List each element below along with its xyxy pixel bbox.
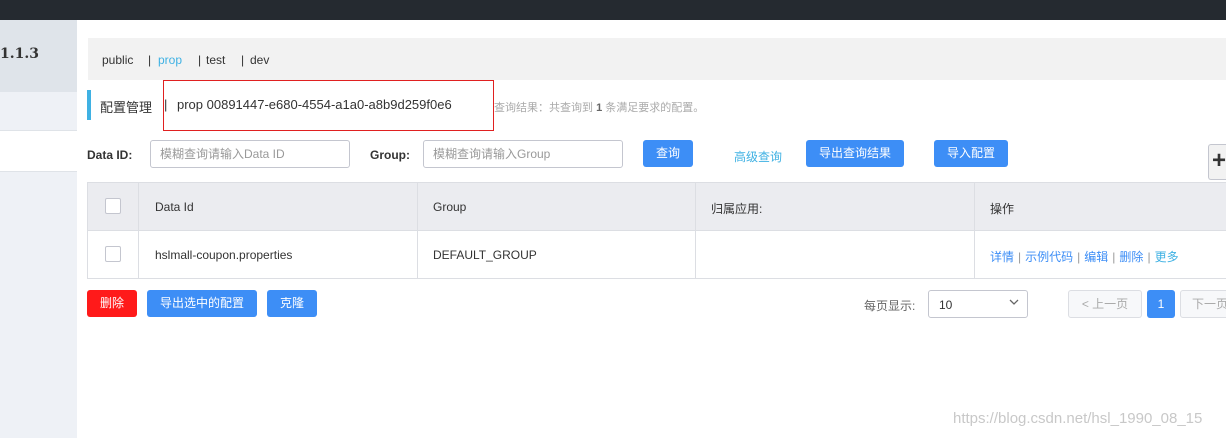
namespace-bar: public | prop | test | dev bbox=[88, 38, 1226, 80]
query-button[interactable]: 查询 bbox=[643, 140, 693, 167]
table-header: Data Id Group 归属应用: 操作 bbox=[88, 183, 1226, 231]
namespace-separator: | bbox=[148, 53, 152, 67]
advanced-query-link[interactable]: 高级查询 bbox=[734, 148, 782, 165]
result-suffix: 条满足要求的配置。 bbox=[605, 102, 705, 114]
sidebar: 1.1.3 bbox=[0, 20, 77, 438]
app-cell bbox=[696, 231, 975, 279]
detail-link[interactable]: 详情 bbox=[990, 250, 1014, 264]
edit-link[interactable]: 编辑 bbox=[1084, 250, 1108, 264]
action-separator: | bbox=[1018, 250, 1022, 264]
current-page-button[interactable]: 1 bbox=[1147, 290, 1175, 318]
action-separator: | bbox=[1147, 250, 1151, 264]
import-config-button[interactable]: 导入配置 bbox=[934, 140, 1008, 167]
table-row: hslmall-coupon.properties DEFAULT_GROUP … bbox=[88, 231, 1226, 279]
namespace-separator: | bbox=[198, 53, 202, 67]
header-cell: 操作 bbox=[975, 183, 1226, 230]
delete-link[interactable]: 删除 bbox=[1119, 250, 1143, 264]
column-header-group: Group bbox=[433, 200, 467, 214]
page-size-select[interactable]: 10 bbox=[928, 290, 1028, 318]
row-checkbox[interactable] bbox=[105, 246, 121, 262]
group-cell: DEFAULT_GROUP bbox=[418, 231, 696, 279]
namespace-public[interactable]: public bbox=[102, 53, 133, 67]
version-label: 1.1.3 bbox=[0, 20, 77, 92]
header-select-cell bbox=[88, 183, 139, 230]
chevron-left-icon: < bbox=[1081, 297, 1089, 311]
more-link[interactable]: 更多 bbox=[1155, 250, 1179, 264]
page-title: 配置管理 bbox=[100, 100, 153, 115]
top-bar bbox=[0, 0, 1226, 20]
config-table: Data Id Group 归属应用: 操作 hslmall-coupon.pr… bbox=[87, 182, 1226, 279]
data-id-label: Data ID: bbox=[87, 148, 133, 162]
plus-icon: + bbox=[1212, 147, 1226, 174]
select-all-checkbox[interactable] bbox=[105, 198, 121, 214]
data-id-input[interactable] bbox=[150, 140, 350, 168]
sidebar-divider bbox=[0, 171, 77, 172]
chevron-down-icon bbox=[1009, 299, 1019, 305]
sidebar-item-active[interactable] bbox=[0, 131, 77, 171]
namespace-prop[interactable]: prop bbox=[158, 53, 182, 67]
namespace-dev[interactable]: dev bbox=[250, 53, 269, 67]
next-page-button[interactable]: 下一页 bbox=[1180, 290, 1226, 318]
namespace-separator: | bbox=[241, 53, 245, 67]
page-size-value: 10 bbox=[939, 298, 953, 312]
result-prefix: 查询结果：共查询到 bbox=[494, 102, 593, 114]
sample-code-link[interactable]: 示例代码 bbox=[1025, 250, 1073, 264]
data-id-value: hslmall-coupon.properties bbox=[155, 248, 293, 262]
column-header-actions: 操作 bbox=[990, 202, 1015, 216]
result-count: 1 bbox=[596, 102, 603, 114]
header-cell: Data Id bbox=[139, 183, 418, 230]
action-separator: | bbox=[1077, 250, 1081, 264]
title-accent-bar bbox=[87, 90, 91, 120]
result-summary: 查询结果：共查询到 1 条满足要求的配置。 bbox=[494, 99, 704, 115]
watermark: https://blog.csdn.net/hsl_1990_08_15 bbox=[953, 410, 1203, 427]
clone-button[interactable]: 克隆 bbox=[267, 290, 317, 317]
group-value: DEFAULT_GROUP bbox=[433, 248, 537, 262]
group-input[interactable] bbox=[423, 140, 623, 168]
export-selected-button[interactable]: 导出选中的配置 bbox=[147, 290, 257, 317]
prev-page-label: 上一页 bbox=[1092, 297, 1129, 311]
page-size-label: 每页显示: bbox=[864, 299, 916, 313]
header-cell: Group bbox=[418, 183, 696, 230]
namespace-test[interactable]: test bbox=[206, 53, 225, 67]
column-header-app: 归属应用: bbox=[711, 202, 763, 216]
delete-button[interactable]: 删除 bbox=[87, 290, 137, 317]
actions-cell: 详情 | 示例代码 | 编辑 | 删除 | 更多 bbox=[975, 231, 1226, 279]
group-label: Group: bbox=[370, 148, 410, 162]
row-actions: 详情 | 示例代码 | 编辑 | 删除 | 更多 bbox=[990, 248, 1179, 265]
action-separator: | bbox=[1112, 250, 1116, 264]
row-select-cell bbox=[88, 231, 139, 279]
highlight-annotation-box bbox=[163, 80, 494, 131]
column-header-data-id: Data Id bbox=[155, 200, 194, 214]
export-results-button[interactable]: 导出查询结果 bbox=[806, 140, 904, 167]
data-id-cell: hslmall-coupon.properties bbox=[139, 231, 418, 279]
prev-page-button[interactable]: < 上一页 bbox=[1068, 290, 1142, 318]
header-cell: 归属应用: bbox=[696, 183, 975, 230]
add-config-button[interactable]: + bbox=[1208, 144, 1226, 180]
